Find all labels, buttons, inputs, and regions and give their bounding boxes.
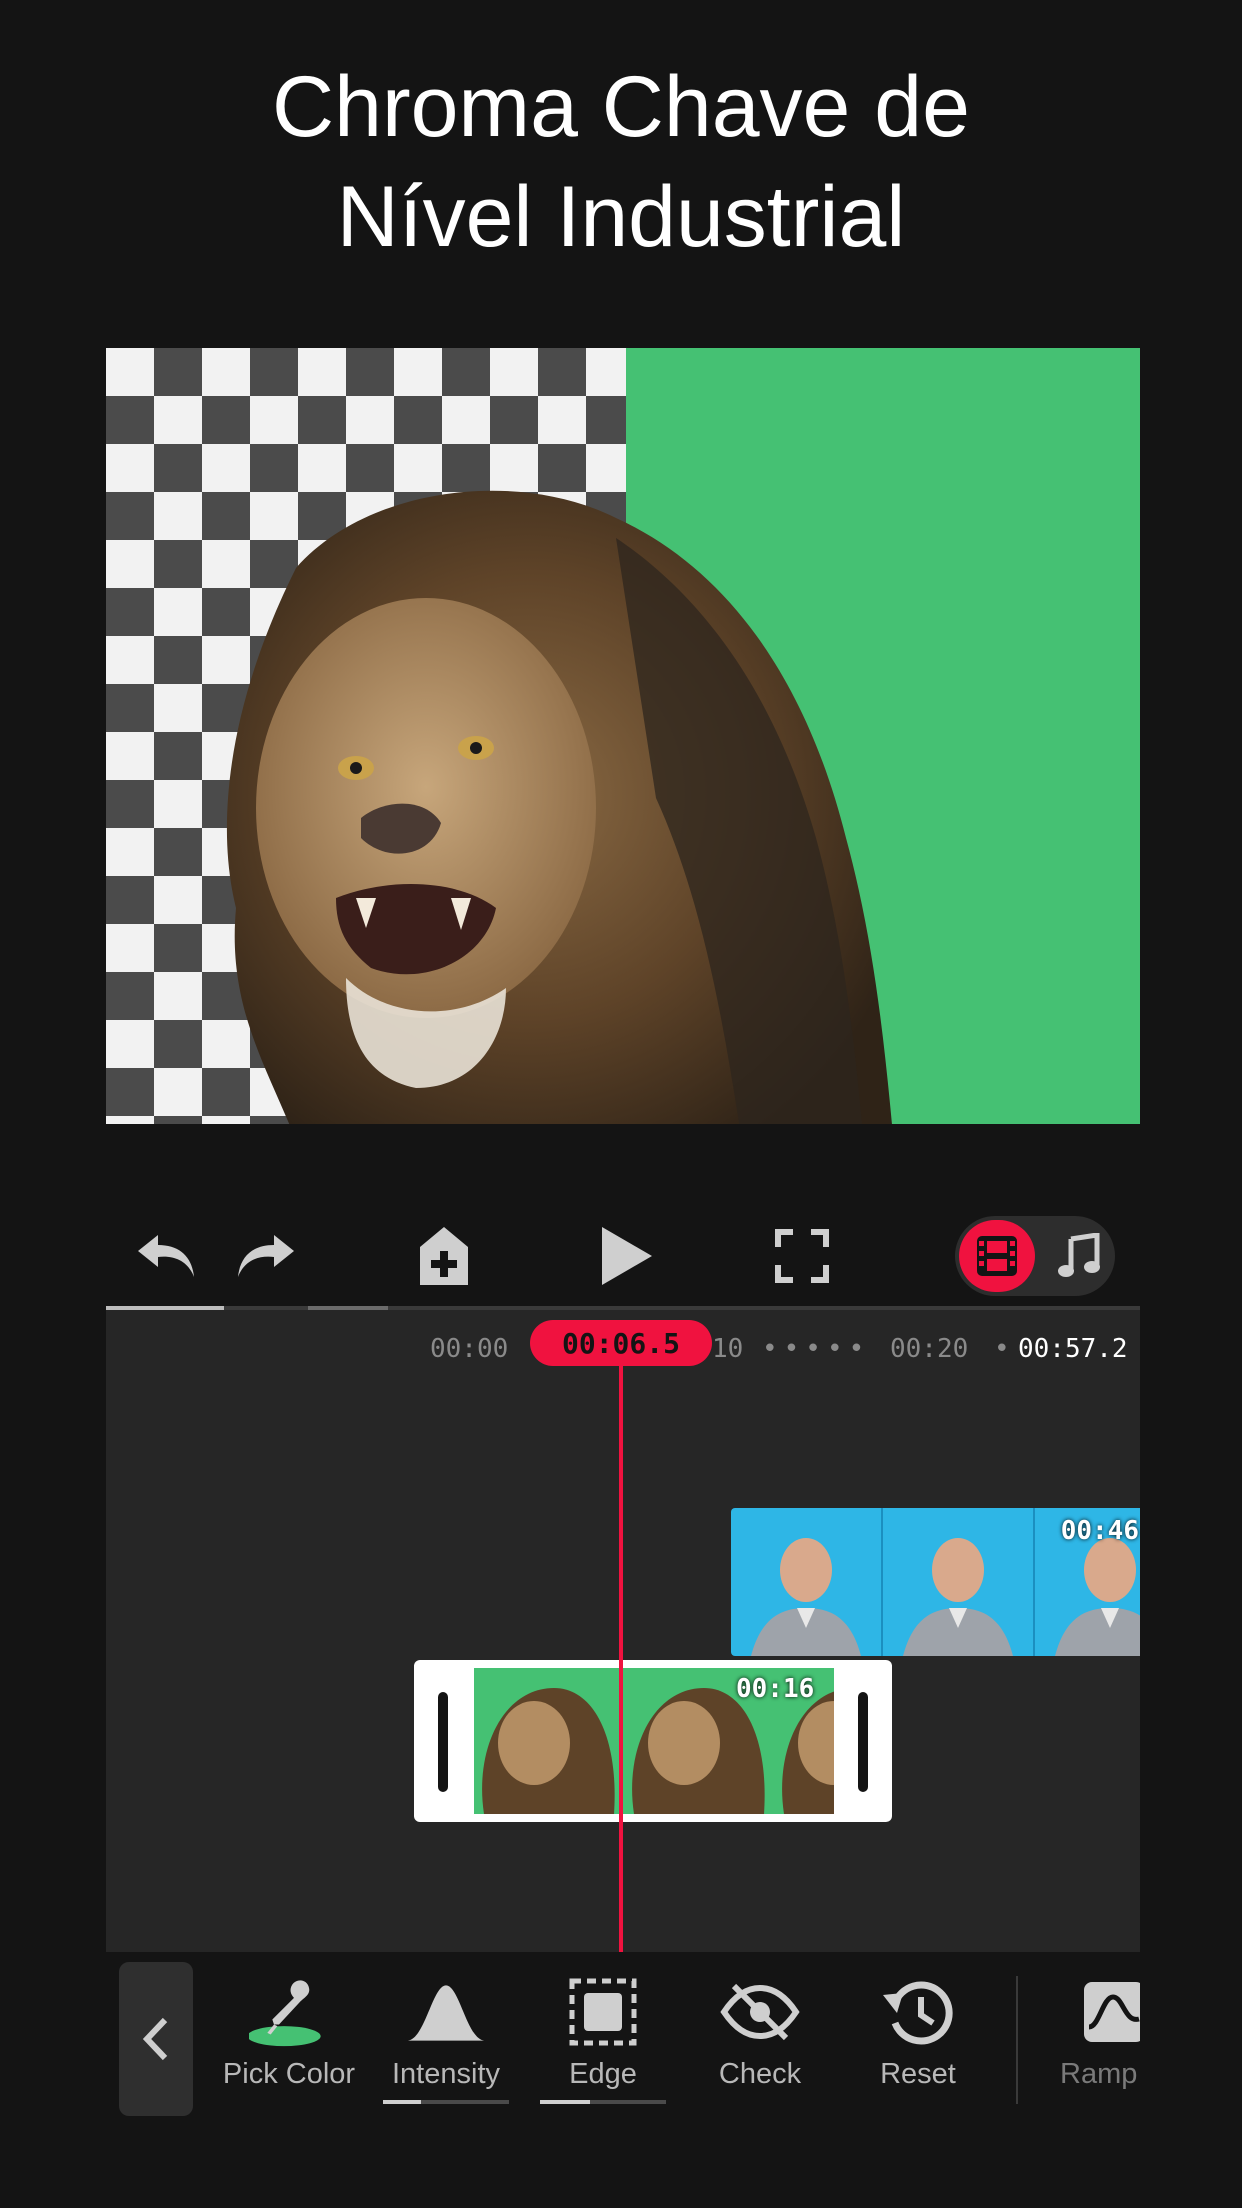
undo-button[interactable] [126, 1216, 206, 1296]
ruler-label-20: 00:20 [890, 1334, 969, 1364]
tools-divider [1016, 1976, 1018, 2104]
audio-mode-button[interactable] [1047, 1224, 1111, 1288]
eyedropper-icon [249, 1980, 321, 2047]
timeline[interactable]: 00:00 10 ••••• 00:20 • 00:57.2 00:06.5 0… [106, 1310, 1140, 1952]
music-icon [1058, 1233, 1100, 1277]
man-clip[interactable]: 00:46 [731, 1508, 1140, 1656]
playback-toolbar [106, 1216, 1140, 1296]
tool-label: Check [718, 2058, 802, 2090]
chevron-left-icon [142, 2017, 168, 2061]
headline-line-2: Nível Industrial [336, 169, 906, 265]
tool-check[interactable]: Check [685, 1972, 835, 2112]
undo-icon [138, 1235, 194, 1277]
chroma-tools-bar: Pick Color Intensity Edge Check Reset Ra… [0, 1952, 1242, 2122]
tool-label: Ramp [1060, 2058, 1138, 2090]
tool-reset[interactable]: Reset [843, 1972, 993, 2112]
ruler-label-0: 00:00 [430, 1334, 509, 1364]
tool-pick-color[interactable]: Pick Color [214, 1972, 364, 2112]
tools-overflow-clip: Ramp [1030, 1972, 1140, 2122]
history-icon [883, 1981, 953, 2045]
back-button[interactable] [119, 1962, 193, 2116]
intensity-level-bar [383, 2100, 509, 2104]
trim-handle-left[interactable] [438, 1692, 448, 1792]
tool-label: Reset [880, 2058, 956, 2090]
media-mode-toggle[interactable] [955, 1216, 1115, 1296]
clip-duration: 00:16 [736, 1674, 815, 1704]
playhead-line[interactable] [619, 1356, 623, 1952]
trim-handle-right[interactable] [858, 1692, 868, 1792]
clip-duration: 00:46 [1060, 1516, 1139, 1546]
headline: Chroma Chave de Nível Industrial [0, 52, 1242, 272]
film-icon [977, 1236, 1017, 1276]
video-mode-button[interactable] [959, 1220, 1035, 1292]
tool-label: Edge [569, 2058, 637, 2090]
play-button[interactable] [586, 1216, 666, 1296]
clip-thumbnail [474, 1668, 624, 1814]
tool-intensity[interactable]: Intensity [371, 1972, 521, 2112]
redo-button[interactable] [226, 1216, 306, 1296]
tool-ramp[interactable]: Ramp [1030, 1972, 1140, 2112]
tool-label: Intensity [392, 2058, 500, 2090]
redo-icon [238, 1235, 294, 1277]
edge-square-icon [569, 1978, 637, 2046]
ramp-icon [1084, 1982, 1140, 2042]
fullscreen-button[interactable] [762, 1216, 842, 1296]
clip-thumbnail [883, 1508, 1035, 1656]
headline-line-1: Chroma Chave de [272, 59, 970, 155]
fullscreen-icon [775, 1229, 829, 1283]
bell-curve-icon [407, 1985, 485, 2041]
eye-slash-icon [720, 1983, 800, 2041]
play-icon [602, 1227, 652, 1285]
ruler-label-10: 10 [712, 1334, 744, 1364]
lion-subject [226, 490, 892, 1124]
tool-label: Pick Color [222, 2058, 356, 2090]
lion-clip-selected[interactable]: 00:16 [414, 1660, 892, 1822]
video-preview[interactable] [106, 348, 1140, 1124]
edge-level-bar [540, 2100, 666, 2104]
tool-edge[interactable]: Edge [528, 1972, 678, 2112]
add-media-icon [420, 1227, 468, 1285]
total-duration: 00:57.2 [1018, 1334, 1128, 1364]
ruler-dots: ••••• [762, 1334, 871, 1364]
add-media-button[interactable] [404, 1216, 484, 1296]
ruler-dot: • [994, 1334, 1016, 1364]
clip-thumbnail [731, 1508, 883, 1656]
